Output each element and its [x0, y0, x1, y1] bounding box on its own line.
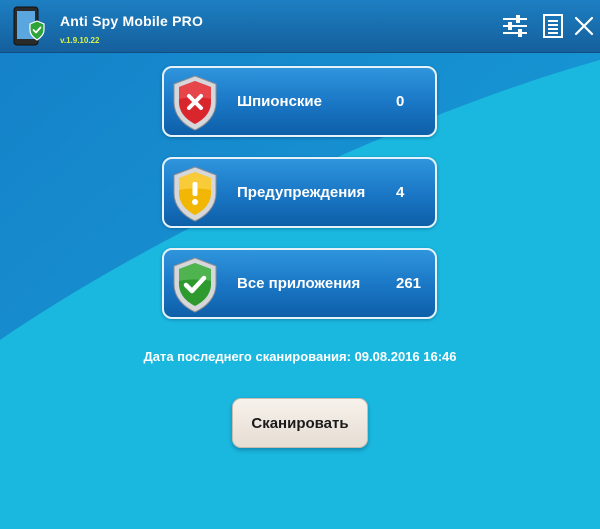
green-shield-check-icon [173, 257, 217, 313]
red-shield-x-icon [173, 75, 217, 131]
sliders-icon [503, 15, 527, 37]
spyware-count: 0 [396, 93, 405, 110]
title-bar: Anti Spy Mobile PRO v.1.9.10.22 [0, 0, 600, 53]
all-apps-count: 261 [396, 275, 422, 292]
all-apps-card[interactable]: Все приложения 261 [162, 248, 437, 319]
app-title: Anti Spy Mobile PRO [60, 13, 204, 29]
spyware-label: Шпионские [237, 93, 322, 110]
last-scan-text: Дата последнего сканирования: 09.08.2016… [143, 349, 457, 364]
app-logo-icon [13, 6, 45, 46]
settings-button[interactable] [501, 12, 529, 40]
all-apps-label: Все приложения [237, 275, 361, 292]
close-button[interactable] [570, 12, 598, 40]
app-version: v.1.9.10.22 [60, 36, 100, 45]
warnings-count: 4 [396, 184, 405, 201]
document-icon [543, 14, 563, 38]
log-button[interactable] [539, 12, 567, 40]
warnings-label: Предупреждения [237, 184, 366, 201]
close-icon [574, 16, 594, 36]
spyware-card[interactable]: Шпионские 0 [162, 66, 437, 137]
warnings-card[interactable]: Предупреждения 4 [162, 157, 437, 228]
scan-button[interactable]: Сканировать [232, 398, 368, 448]
yellow-shield-exclamation-icon [173, 166, 217, 222]
